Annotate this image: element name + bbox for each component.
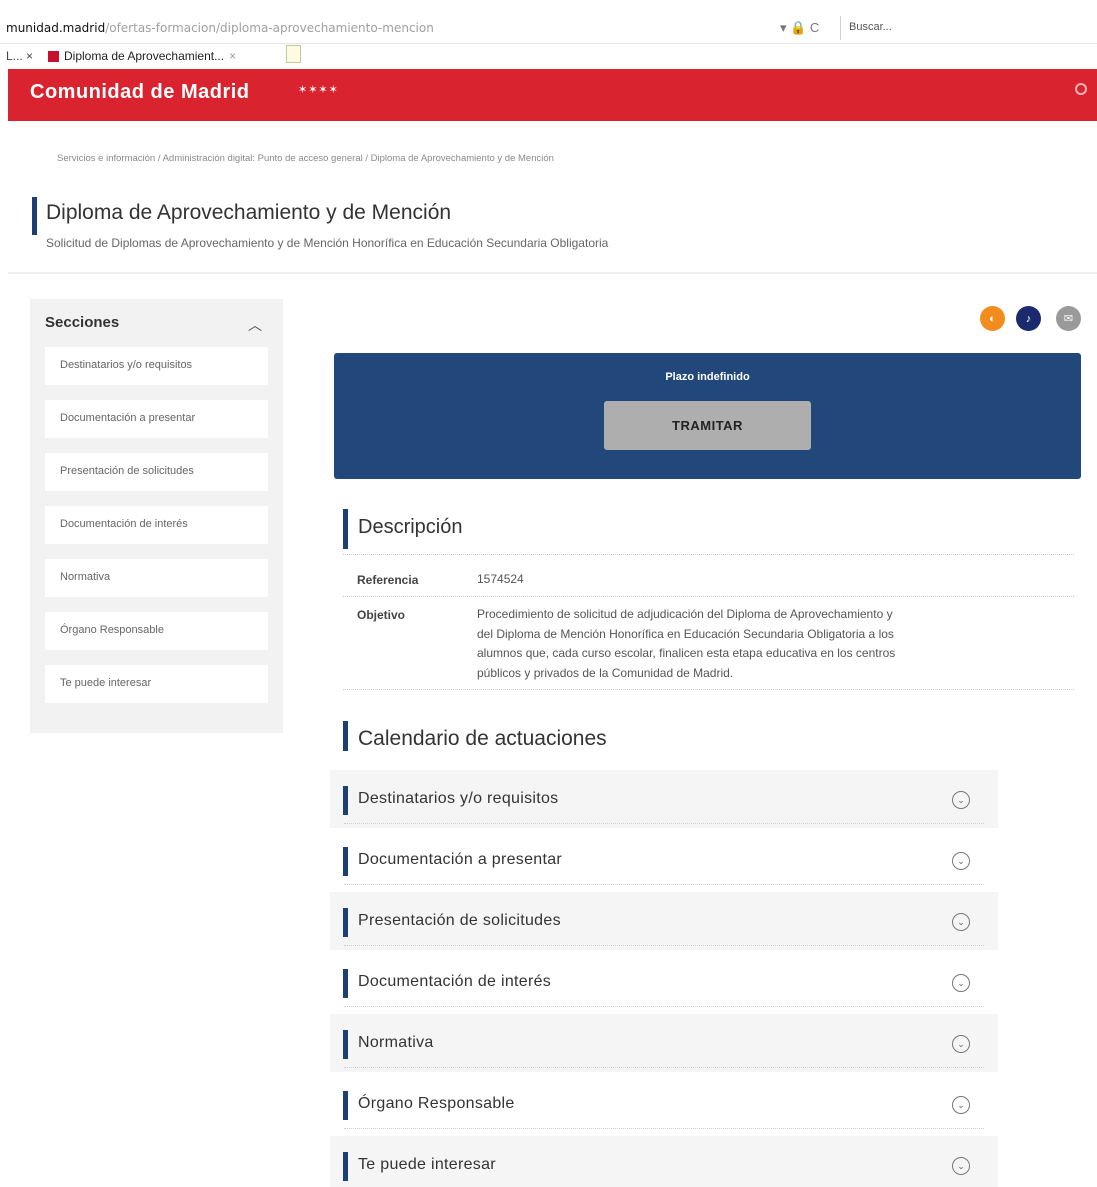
sections-sidebar: Secciones ︿ Destinatarios y/o requisitos… <box>30 299 283 733</box>
accordion-label: Presentación de solicitudes <box>358 912 561 929</box>
accordion-label: Documentación a presentar <box>358 851 563 868</box>
url-controls[interactable]: ▾ 🔒 C <box>780 20 819 36</box>
accordion-accent-bar <box>343 847 348 876</box>
sidebar-item-organo[interactable]: Órgano Responsable <box>45 612 268 650</box>
page-title: Diploma de Aprovechamiento y de Mención <box>46 201 452 224</box>
tab-close-icon[interactable]: × <box>229 49 236 63</box>
divider <box>344 1006 984 1007</box>
stars-logo-icon: ✶✶✶✶ <box>298 84 339 96</box>
accordion-documentacion-interes[interactable]: Documentación de interés ⌄ <box>330 953 998 1011</box>
site-header: Comunidad de Madrid ✶✶✶✶ <box>8 69 1097 121</box>
url-path: /ofertas-formacion/diploma-aprovechamien… <box>105 21 434 35</box>
browser-tab-bar: L... × Diploma de Aprovechamient... × <box>0 45 1097 67</box>
objetivo-label: Objetivo <box>357 608 406 622</box>
sidebar-item-te-puede-interesar[interactable]: Te puede interesar <box>45 665 268 703</box>
accordion-normativa[interactable]: Normativa ⌄ <box>330 1014 998 1072</box>
divider <box>344 884 984 885</box>
accordion-presentacion[interactable]: Presentación de solicitudes ⌄ <box>330 892 998 950</box>
chevron-down-icon[interactable]: ⌄ <box>952 852 970 870</box>
divider <box>343 689 1074 690</box>
sidebar-item-documentacion[interactable]: Documentación a presentar <box>45 400 268 438</box>
plazo-label: Plazo indefinido <box>665 371 750 383</box>
accordion-accent-bar <box>343 1091 348 1120</box>
page-subtitle: Solicitud de Diplomas de Aprovechamiento… <box>46 236 609 250</box>
descripcion-accent-bar <box>343 509 348 549</box>
tramitar-button[interactable]: TRAMITAR <box>604 401 811 450</box>
favicon-icon <box>48 50 59 62</box>
chevron-down-icon[interactable]: ⌄ <box>952 974 970 992</box>
accordion-label: Te puede interesar <box>358 1156 496 1173</box>
calendario-heading: Calendario de actuaciones <box>358 727 607 750</box>
accordion-label: Documentación de interés <box>358 973 552 990</box>
objetivo-line: del Diploma de Mención Honorífica en Edu… <box>477 626 894 641</box>
divider <box>344 1067 984 1068</box>
url-text[interactable]: munidad.madrid/ofertas-formacion/diploma… <box>6 21 434 35</box>
chevron-down-icon[interactable]: ⌄ <box>952 1035 970 1053</box>
divider <box>343 554 1074 555</box>
breadcrumb[interactable]: Servicios e información / Administración… <box>57 153 554 164</box>
referencia-label: Referencia <box>357 573 419 587</box>
accordion-destinatarios[interactable]: Destinatarios y/o requisitos ⌄ <box>330 770 998 828</box>
chevron-down-icon[interactable]: ⌄ <box>952 1096 970 1114</box>
brand-logo[interactable]: Comunidad de Madrid <box>30 81 250 104</box>
title-divider <box>8 272 1097 274</box>
accordion-te-puede-interesar[interactable]: Te puede interesar ⌄ <box>330 1136 998 1187</box>
url-host: munidad.madrid <box>6 21 106 35</box>
browser-url-bar[interactable]: munidad.madrid/ofertas-formacion/diploma… <box>0 12 1097 44</box>
previous-tab[interactable]: L... × <box>6 49 33 63</box>
chevron-down-icon[interactable]: ⌄ <box>952 791 970 809</box>
sidebar-heading: Secciones <box>45 314 120 331</box>
accordion-label: Destinatarios y/o requisitos <box>358 790 559 807</box>
calendario-accent-bar <box>343 721 348 751</box>
chevron-down-icon[interactable]: ⌄ <box>952 1157 970 1175</box>
title-accent-bar <box>32 197 37 235</box>
sidebar-item-presentacion[interactable]: Presentación de solicitudes <box>45 453 268 491</box>
descripcion-heading: Descripción <box>358 516 463 538</box>
chevron-down-icon[interactable]: ⌄ <box>952 913 970 931</box>
browser-search-placeholder: Buscar... <box>849 21 892 33</box>
accordion-accent-bar <box>343 786 348 815</box>
divider <box>344 945 984 946</box>
accordion-accent-bar <box>343 1030 348 1059</box>
objetivo-value: Procedimiento de solicitud de adjudicaci… <box>477 605 895 683</box>
accordion-accent-bar <box>343 1152 348 1181</box>
sidebar-item-documentacion-interes[interactable]: Documentación de interés <box>45 506 268 544</box>
browser-search-box[interactable]: Buscar... <box>840 16 1097 40</box>
objetivo-line: públicos y privados de la Comunidad de M… <box>477 665 734 680</box>
plazo-panel: Plazo indefinido TRAMITAR <box>334 353 1081 479</box>
bell-icon[interactable]: ♪ <box>1016 306 1041 331</box>
accordion-accent-bar <box>343 908 348 937</box>
tab-title: Diploma de Aprovechamient... <box>64 49 225 63</box>
divider <box>344 1128 984 1129</box>
accordion-label: Normativa <box>358 1034 434 1051</box>
accordion-accent-bar <box>343 969 348 998</box>
referencia-value: 1574524 <box>477 572 524 586</box>
mail-icon[interactable]: ✉ <box>1056 306 1081 331</box>
accordion-organo[interactable]: Órgano Responsable ⌄ <box>330 1075 998 1133</box>
chevron-up-icon[interactable]: ︿ <box>248 315 262 335</box>
objetivo-line: alumnos que, cada curso escolar, finalic… <box>477 646 896 660</box>
sidebar-item-normativa[interactable]: Normativa <box>45 559 268 597</box>
active-tab[interactable]: Diploma de Aprovechamient... × <box>48 47 236 65</box>
search-icon[interactable] <box>1075 83 1087 95</box>
speaker-icon[interactable]: ◐ <box>980 306 1005 331</box>
sidebar-item-destinatarios[interactable]: Destinatarios y/o requisitos <box>45 347 268 385</box>
accordion-documentacion[interactable]: Documentación a presentar ⌄ <box>330 831 998 889</box>
divider <box>343 596 1074 597</box>
divider <box>344 823 984 824</box>
objetivo-line: Procedimiento de solicitud de adjudicaci… <box>477 607 893 621</box>
new-tab-icon[interactable] <box>286 45 301 63</box>
accordion-label: Órgano Responsable <box>358 1095 515 1112</box>
